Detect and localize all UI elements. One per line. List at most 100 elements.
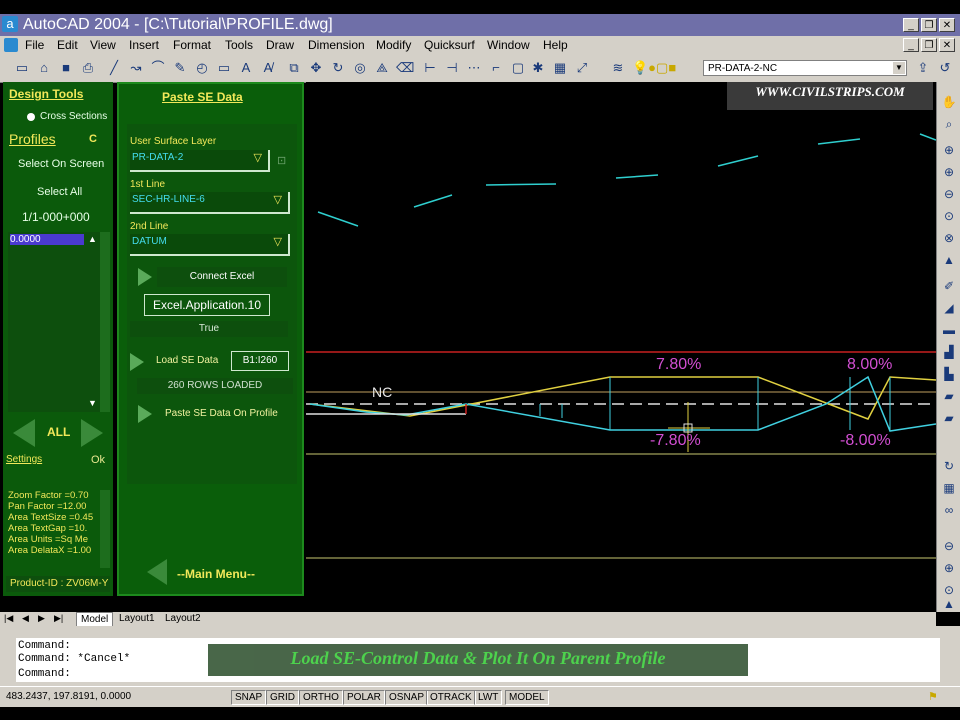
ok-button[interactable]: Ok <box>91 454 105 466</box>
grade-icon[interactable]: ▬ <box>941 322 957 338</box>
tab-next-icon[interactable]: ▶ <box>38 613 45 624</box>
comm-center-icon[interactable]: ⚑ <box>928 690 938 703</box>
pencil-icon[interactable]: ✎ <box>172 60 188 76</box>
tab-model[interactable]: Model <box>76 612 114 627</box>
range-input[interactable]: B1:I260 <box>231 351 289 371</box>
road-icon[interactable]: ▰ <box>941 410 957 426</box>
previous-arrow-icon[interactable] <box>13 419 35 447</box>
menu-dimension[interactable]: Dimension <box>308 38 365 52</box>
zoom-out-icon[interactable]: ⊖ <box>941 186 957 202</box>
chevron-down-icon[interactable]: ▽ <box>274 192 282 208</box>
tab-layout2[interactable]: Layout2 <box>162 612 204 625</box>
design-tools-link[interactable]: Design Tools <box>9 87 83 101</box>
zoom-scale-icon[interactable]: ⊕ <box>941 560 957 576</box>
chevron-down-icon[interactable]: ▽ <box>254 150 262 166</box>
pan-icon[interactable]: ✋ <box>941 94 957 110</box>
doc-restore-button[interactable]: ❐ <box>921 38 937 52</box>
zoom-extents-icon[interactable]: ⊗ <box>941 230 957 246</box>
make-current-icon[interactable]: ⇪ <box>915 60 931 76</box>
polyline-icon[interactable]: ↝ <box>128 60 144 76</box>
pick-icon[interactable]: ⊡ <box>277 154 286 167</box>
doc-close-button[interactable]: ✕ <box>939 38 955 52</box>
menu-insert[interactable]: Insert <box>129 38 159 52</box>
line-icon[interactable]: ╱ <box>106 60 122 76</box>
next-arrow-icon[interactable] <box>81 419 103 447</box>
grid-icon[interactable]: ▦ <box>941 480 957 496</box>
main-menu-button[interactable]: --Main Menu-- <box>177 567 255 581</box>
lwt-toggle[interactable]: LWT <box>474 690 503 705</box>
layer-previous-icon[interactable]: ↺ <box>937 60 953 76</box>
ortho-toggle[interactable]: ORTHO <box>299 690 343 705</box>
menu-edit[interactable]: Edit <box>57 38 78 52</box>
stretch-icon[interactable]: ▢ <box>510 60 526 76</box>
circle-icon[interactable]: ◴ <box>194 60 210 76</box>
move-icon[interactable]: ✥ <box>308 60 324 76</box>
menu-modify[interactable]: Modify <box>376 38 411 52</box>
mirror-icon[interactable]: ⟁ <box>374 60 390 76</box>
scroll-up-icon[interactable]: ▲ <box>88 234 97 244</box>
erase-icon[interactable]: ⌫ <box>396 60 414 76</box>
copy-icon[interactable]: ⧉ <box>286 60 302 76</box>
menu-quicksurf[interactable]: Quicksurf <box>424 38 475 52</box>
chevron-down-icon[interactable]: ▽ <box>274 234 282 250</box>
section-icon[interactable]: ▙ <box>941 366 957 382</box>
model-toggle[interactable]: MODEL <box>505 690 549 705</box>
paste-se-button[interactable]: Paste SE Data On Profile <box>165 408 278 419</box>
menu-view[interactable]: View <box>90 38 116 52</box>
chevron-down-icon[interactable]: ▼ <box>893 62 905 74</box>
menu-format[interactable]: Format <box>173 38 211 52</box>
list-scrollbar[interactable] <box>100 232 110 412</box>
menu-help[interactable]: Help <box>543 38 568 52</box>
rotate-icon[interactable]: ↻ <box>330 60 346 76</box>
hatch-icon[interactable]: ▦ <box>552 60 568 76</box>
tab-prev-icon[interactable]: ◀ <box>22 613 29 624</box>
refresh-icon[interactable]: ↻ <box>941 458 957 474</box>
arc-icon[interactable]: ⌒ <box>150 60 166 76</box>
open-icon[interactable]: ⌂ <box>36 60 52 76</box>
tab-first-icon[interactable]: |◀ <box>4 613 13 624</box>
tab-layout1[interactable]: Layout1 <box>116 612 158 625</box>
grid-toggle[interactable]: GRID <box>266 690 299 705</box>
extend-icon[interactable]: ⊣ <box>444 60 460 76</box>
surface-icon[interactable]: ▰ <box>941 388 957 404</box>
line1-dropdown[interactable]: SEC-HR-LINE-6 ▽ <box>130 192 290 214</box>
text-icon[interactable]: A <box>238 60 254 76</box>
profile-list[interactable]: 0.0000 ▲ ▼ <box>8 232 100 412</box>
minimize-button[interactable]: _ <box>903 18 919 32</box>
scale-icon[interactable]: ⤢ <box>574 60 590 76</box>
save-icon[interactable]: ■ <box>58 60 74 76</box>
settings-link[interactable]: Settings <box>6 454 42 465</box>
zoom-realtime-icon[interactable]: ⌕ <box>941 116 957 132</box>
mtext-icon[interactable]: A̸ <box>260 60 276 76</box>
radio-cross-sections[interactable] <box>27 113 35 121</box>
profile-icon[interactable]: ▟ <box>941 344 957 360</box>
zoom-previous-icon[interactable]: ⊖ <box>941 538 957 554</box>
select-all-button[interactable]: Select All <box>37 186 82 198</box>
nav-cone-icon[interactable]: ▲ <box>941 596 957 612</box>
connect-excel-button[interactable]: Connect Excel <box>157 267 287 287</box>
params-scrollbar[interactable] <box>100 490 110 568</box>
restore-button[interactable]: ❐ <box>921 18 937 32</box>
doc-minimize-button[interactable]: _ <box>903 38 919 52</box>
menu-window[interactable]: Window <box>487 38 530 52</box>
brush-icon[interactable]: ✐ <box>941 278 957 294</box>
paste-se-arrow-icon[interactable] <box>138 405 152 423</box>
offset-icon[interactable]: ◎ <box>352 60 368 76</box>
explode-icon[interactable]: ✱ <box>530 60 546 76</box>
back-arrow-icon[interactable] <box>147 559 167 585</box>
document-icon[interactable] <box>4 38 18 52</box>
connect-excel-arrow-icon[interactable] <box>138 268 152 286</box>
new-icon[interactable]: ▭ <box>14 60 30 76</box>
all-label[interactable]: ALL <box>47 425 70 439</box>
list-item-selected[interactable]: 0.0000 <box>10 234 84 245</box>
zoom-all-icon[interactable]: ⊙ <box>941 208 957 224</box>
user-surface-dropdown[interactable]: PR-DATA-2 ▽ <box>130 150 270 172</box>
tab-last-icon[interactable]: ▶| <box>54 613 63 624</box>
otrack-toggle[interactable]: OTRACK <box>426 690 476 705</box>
menu-draw[interactable]: Draw <box>266 38 294 52</box>
load-se-button[interactable]: Load SE Data <box>156 355 218 366</box>
zoom-in-icon[interactable]: ⊕ <box>941 164 957 180</box>
menu-tools[interactable]: Tools <box>225 38 253 52</box>
scroll-down-icon[interactable]: ▼ <box>88 398 97 408</box>
layers-icon[interactable]: ≋ <box>610 60 626 76</box>
